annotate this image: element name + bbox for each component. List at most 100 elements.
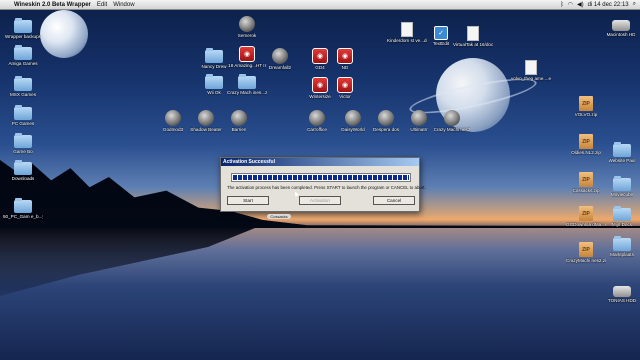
desktop-icon[interactable]: ZIPGGDownloa dMa...r.zip [566,206,606,228]
desktop-icon[interactable]: MSX Games [6,76,40,98]
desktop-icon-label: Mijn Docs [611,222,633,227]
desktop-icon-label: 18 Amazing...HT II [228,63,266,68]
folder-icon [14,160,32,175]
document-icon [467,26,479,41]
desktop-icon[interactable]: Crazy Mach ines...zim [227,74,267,96]
desktop-icon[interactable]: Mijn Docs [605,206,639,228]
desktop-icon[interactable]: Godmod3 [156,110,190,133]
folder-icon [14,18,32,33]
game-app-icon: ◉ [312,48,328,64]
desktop-icon[interactable]: Semerok [230,16,264,39]
desktop-icon[interactable]: Game Bo [6,133,40,155]
zip-archive-icon: ZIP [579,96,593,111]
desktop-icon-label: Game Bo [13,149,33,154]
desktop-icon-label: volvo_theg ame....exe [511,76,551,81]
desktop-icon[interactable]: Downloads [6,160,40,182]
desktop-icon-label: 50_PC_Gam e_b...yber [3,214,43,219]
game-app-icon: ◉ [312,77,328,93]
desktop-icon[interactable]: Nancy Drew [197,48,231,70]
desktop-icon[interactable]: 50_PC_Gam e_b...yber [3,198,43,220]
desktop-icon[interactable]: Shadow Beater [189,110,223,133]
folder-icon [14,105,32,120]
spotlight-icon[interactable]: ⌕ [633,1,636,8]
desktop-icon-label: Crazy Machi nes2 [433,127,471,132]
desktop-icon[interactable]: Carroffice [300,110,334,133]
folder-icon [238,74,256,89]
app-icon [345,110,361,126]
folder-icon [613,206,631,221]
app-icon [198,110,214,126]
desktop-icon[interactable]: ZIP Oldies.NL2.zip [569,134,603,156]
desktop-icon[interactable]: TONIAS HDD [605,286,639,304]
start-button[interactable]: Start [227,196,269,205]
menu-edit[interactable]: Edit [97,2,107,8]
textedit-icon: ✓ [434,26,448,40]
desktop-icon[interactable]: ◉ Victor [328,77,362,100]
bluetooth-icon[interactable]: ᛒ [560,2,564,8]
desktop-icon[interactable]: Macintosh HD [604,20,638,38]
folder-icon [613,236,631,251]
desktop-icon[interactable]: ZIP Cossacks.zip [569,172,603,194]
desktop-icon-label: GGDownloa dMa...r.zip [566,222,606,227]
desktop-icon-label: Amiga Games [8,61,38,66]
desktop-icon[interactable]: ZIP CrazyMachi nes2.zip [566,242,606,264]
desktop-icon[interactable]: Wii Ok [197,74,231,96]
desktop-icon-label: VOLVO.zip [574,112,598,117]
desktop-icon[interactable]: Ultimatrr [402,110,436,133]
desktop-icon[interactable]: Moviecube [605,176,639,198]
folder-icon [613,142,631,157]
task-pill[interactable]: Cossacks [267,214,291,219]
desktop-icon[interactable]: ◉ ND [328,48,362,71]
desktop-icon[interactable]: PC Games [6,105,40,127]
desktop-icon-label: Barrien [231,127,247,132]
app-icon [165,110,181,126]
desktop-icon-label: Macintosh HD [606,32,636,37]
desktop-icon-label: VirtualTak at 16/doc [453,42,493,47]
desktop-icon[interactable]: Barrien [222,110,256,133]
desktop-icon[interactable]: ◉ 18 Amazing...HT II [228,46,266,69]
desktop-icon[interactable]: Dreamfall2 [263,48,297,71]
menu-window[interactable]: Window [113,2,134,8]
document-icon [401,22,413,37]
hard-drive-icon [612,20,630,31]
volume-icon[interactable]: ◀) [577,1,584,8]
activation-dialog: Activation Successful The activation pro… [220,157,426,212]
desktop-icon[interactable]: Despera dos [369,110,403,133]
wifi-icon[interactable]: ◠ [568,1,573,8]
desktop-icon[interactable]: Marktplaats [605,236,639,258]
desktop-icon[interactable]: Website Paul [605,142,639,164]
zip-archive-icon: ZIP [579,134,593,149]
desktop-icon[interactable]: Wrapper backups [5,18,41,40]
desktop-icon[interactable]: Amiga Games [6,45,40,67]
dialog-title: Activation Successful [221,158,419,166]
desktop-icon[interactable]: Kinderdom st ve...doc [387,22,427,44]
zip-archive-icon: ZIP [579,172,593,187]
desktop-icon[interactable]: DaisyWorld [336,110,370,133]
desktop-icon-label: Kinderdom st ve...doc [387,38,427,43]
zip-archive-icon: ZIP [579,206,593,221]
desktop-icon[interactable]: volvo_theg ame....exe [511,60,551,82]
desktop-icon-label: Wii Ok [207,90,221,95]
desktop-icon[interactable]: ZIP VOLVO.zip [569,96,603,118]
desktop-icon-label: GD4 [315,65,325,70]
desktop-icon-label: Oldies.NL2.zip [571,150,601,155]
desktop-icon-label: MSX Games [9,92,37,97]
moon-graphic [40,10,88,58]
desktop-icon-label: Godmod3 [162,127,184,132]
cancel-button[interactable]: Cancel [373,196,415,205]
desktop-icon-label: Ultimatrr [410,127,428,132]
desktop-icon-label: TextEdit [432,41,450,46]
desktop-icon[interactable]: VirtualTak at 16/doc [453,26,493,48]
desktop-icon[interactable]: Crazy Machi nes2 [433,110,471,133]
game-app-icon: ◉ [337,77,353,93]
status-area: ᛒ ◠ ◀) di 14 dec 22:13 ⌕ [560,1,640,8]
activation-button[interactable]: Activation [299,196,341,205]
desktop-icon-label: Downloads [11,176,35,181]
folder-icon [205,48,223,63]
desktop-icon-label: Marktplaats [610,252,634,257]
desktop-icon-label: Carroffice [307,127,327,132]
desktop-icon-label: Website Paul [608,158,636,163]
app-menu[interactable]: Wineskin 2.0 Beta Wrapper [14,2,91,8]
clock[interactable]: di 14 dec 22:13 [588,2,629,8]
desktop-icon-label: PC Games [11,121,35,126]
